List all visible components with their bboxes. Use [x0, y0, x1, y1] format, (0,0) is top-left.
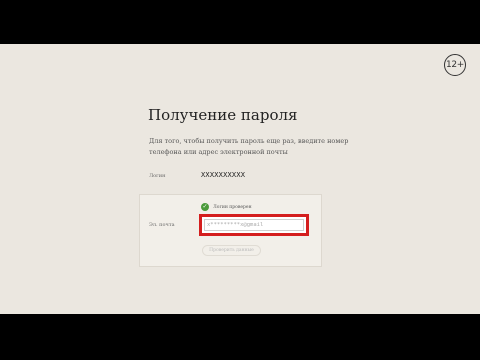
login-label: Логин: [149, 173, 166, 179]
bottom-letterbox: [0, 314, 480, 360]
verify-button[interactable]: Проверить данные: [202, 245, 261, 256]
password-recovery-page: 12+ Получение пароля Для того, чтобы пол…: [0, 44, 480, 314]
top-letterbox: [0, 0, 480, 44]
page-title: Получение пароля: [148, 106, 298, 124]
page-description: Для того, чтобы получить пароль еще раз,…: [149, 137, 349, 156]
email-field-highlight: x*********x@gmail: [199, 214, 309, 236]
login-value: XXXXXXXXXX: [201, 171, 246, 179]
login-verified-text: Логин проверен: [213, 204, 252, 210]
check-icon: ✓: [201, 203, 209, 211]
email-input[interactable]: x*********x@gmail: [204, 219, 304, 231]
age-rating-badge: 12+: [444, 54, 466, 76]
login-verified-row: ✓ Логин проверен: [201, 203, 252, 211]
email-label: Эл. почта: [149, 222, 175, 228]
